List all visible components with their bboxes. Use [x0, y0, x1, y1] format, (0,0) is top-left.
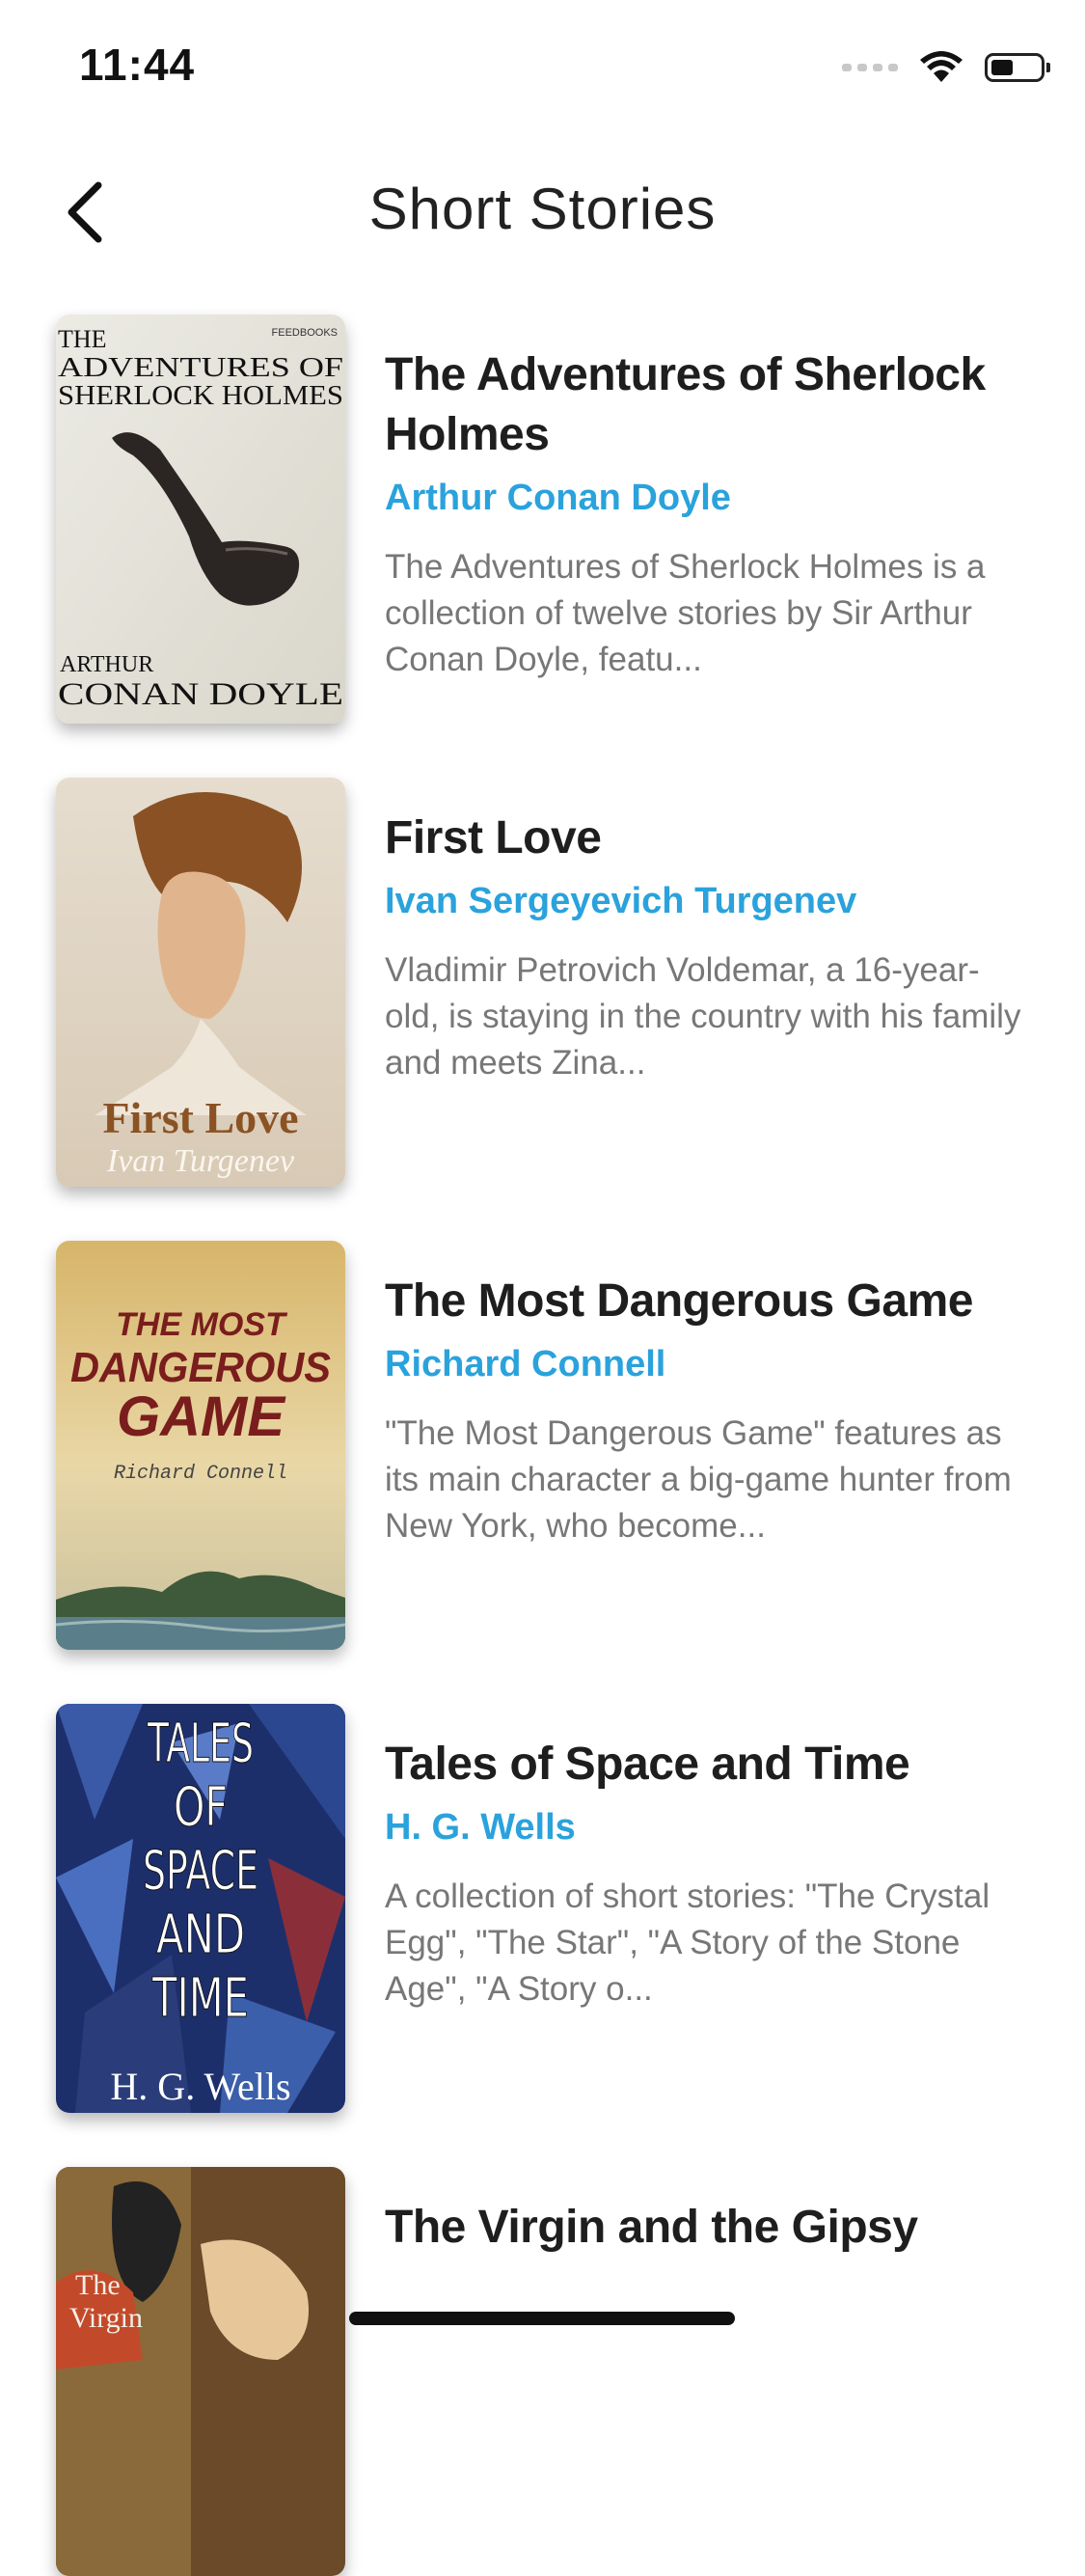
cover-title-line: AND — [156, 1904, 245, 1966]
cover-title-line: GAME — [117, 1385, 286, 1448]
book-list-item[interactable]: The Virgin The Virgin and the Gipsy — [0, 2161, 1085, 2576]
book-description: Vladimir Petrovich Voldemar, a 16-year-o… — [385, 951, 1021, 1082]
book-cover: FEEDBOOKS THE ADVENTURES OF SHERLOCK HOL… — [56, 315, 345, 724]
cover-publisher: FEEDBOOKS — [272, 327, 338, 339]
status-bar: 11:44 — [0, 0, 1085, 135]
cover-title-line: TALES — [147, 1713, 254, 1775]
book-cover: First Love Ivan Turgenev — [56, 778, 345, 1187]
book-description: "The Most Dangerous Game" features as it… — [385, 1414, 1012, 1545]
book-description: The Adventures of Sherlock Holmes is a c… — [385, 548, 986, 678]
book-meta: The Adventures of Sherlock Holmes Arthur… — [385, 345, 1031, 683]
book-cover: The Virgin — [56, 2167, 345, 2576]
book-author[interactable]: H. G. Wells — [385, 1802, 1031, 1852]
cover-author-line: H. G. Wells — [110, 2065, 290, 2108]
cover-author-line: ARTHUR — [60, 652, 153, 677]
book-title: Tales of Space and Time — [385, 1739, 910, 1790]
book-list-item[interactable]: FEEDBOOKS THE ADVENTURES OF SHERLOCK HOL… — [0, 309, 1085, 724]
book-title: First Love — [385, 812, 602, 863]
home-indicator[interactable] — [349, 2312, 735, 2325]
book-cover: THE MOST DANGEROUS GAME Richard Connell — [56, 1241, 345, 1650]
status-time: 11:44 — [79, 40, 196, 90]
book-list-item[interactable]: THE MOST DANGEROUS GAME Richard Connell … — [0, 1235, 1085, 1650]
status-icons — [842, 46, 1050, 89]
cover-author-line: Richard Connell — [114, 1463, 287, 1485]
cover-title-line: Virgin — [69, 2302, 143, 2334]
book-cover: TALES OF SPACE AND TIME H. G. Wells — [56, 1704, 345, 2113]
book-meta: First Love Ivan Sergeyevich Turgenev Vla… — [385, 808, 1031, 1086]
cellular-signal-icon — [842, 64, 898, 71]
page-title: Short Stories — [368, 177, 717, 241]
book-meta: Tales of Space and Time H. G. Wells A co… — [385, 1735, 1031, 2013]
cover-title-line: OF — [174, 1776, 228, 1839]
book-meta: The Virgin and the Gipsy — [385, 2198, 1031, 2258]
book-title: The Adventures of Sherlock Holmes — [385, 349, 986, 460]
wifi-icon — [920, 51, 963, 82]
cover-author-line: CONAN DOYLE — [58, 677, 343, 712]
book-author[interactable]: Richard Connell — [385, 1339, 1031, 1389]
book-list-item[interactable]: First Love Ivan Turgenev First Love Ivan… — [0, 772, 1085, 1187]
cover-title-line: First Love — [102, 1093, 298, 1142]
cover-title-line: ADVENTURES OF — [58, 352, 343, 383]
book-author[interactable]: Arthur Conan Doyle — [385, 473, 1031, 523]
cover-title-line: THE — [58, 325, 107, 353]
book-description: A collection of short stories: "The Crys… — [385, 1877, 990, 2008]
cover-author-line: Ivan Turgenev — [106, 1143, 295, 1179]
battery-icon — [985, 53, 1050, 82]
navigation-bar: Short Stories — [0, 154, 1085, 270]
cover-title-line: SPACE — [143, 1840, 258, 1903]
cover-title-line: THE MOST — [116, 1306, 288, 1343]
cover-title-line: SHERLOCK HOLMES — [58, 380, 343, 411]
cover-title-line: DANGEROUS — [70, 1344, 331, 1391]
cover-title-line: The — [75, 2269, 121, 2301]
book-title: The Most Dangerous Game — [385, 1275, 973, 1327]
book-author[interactable]: Ivan Sergeyevich Turgenev — [385, 876, 1031, 926]
book-meta: The Most Dangerous Game Richard Connell … — [385, 1272, 1031, 1549]
book-title: The Virgin and the Gipsy — [385, 2202, 918, 2253]
book-list-item[interactable]: TALES OF SPACE AND TIME H. G. Wells Tale… — [0, 1698, 1085, 2113]
cover-title-line: TIME — [151, 1967, 249, 2030]
